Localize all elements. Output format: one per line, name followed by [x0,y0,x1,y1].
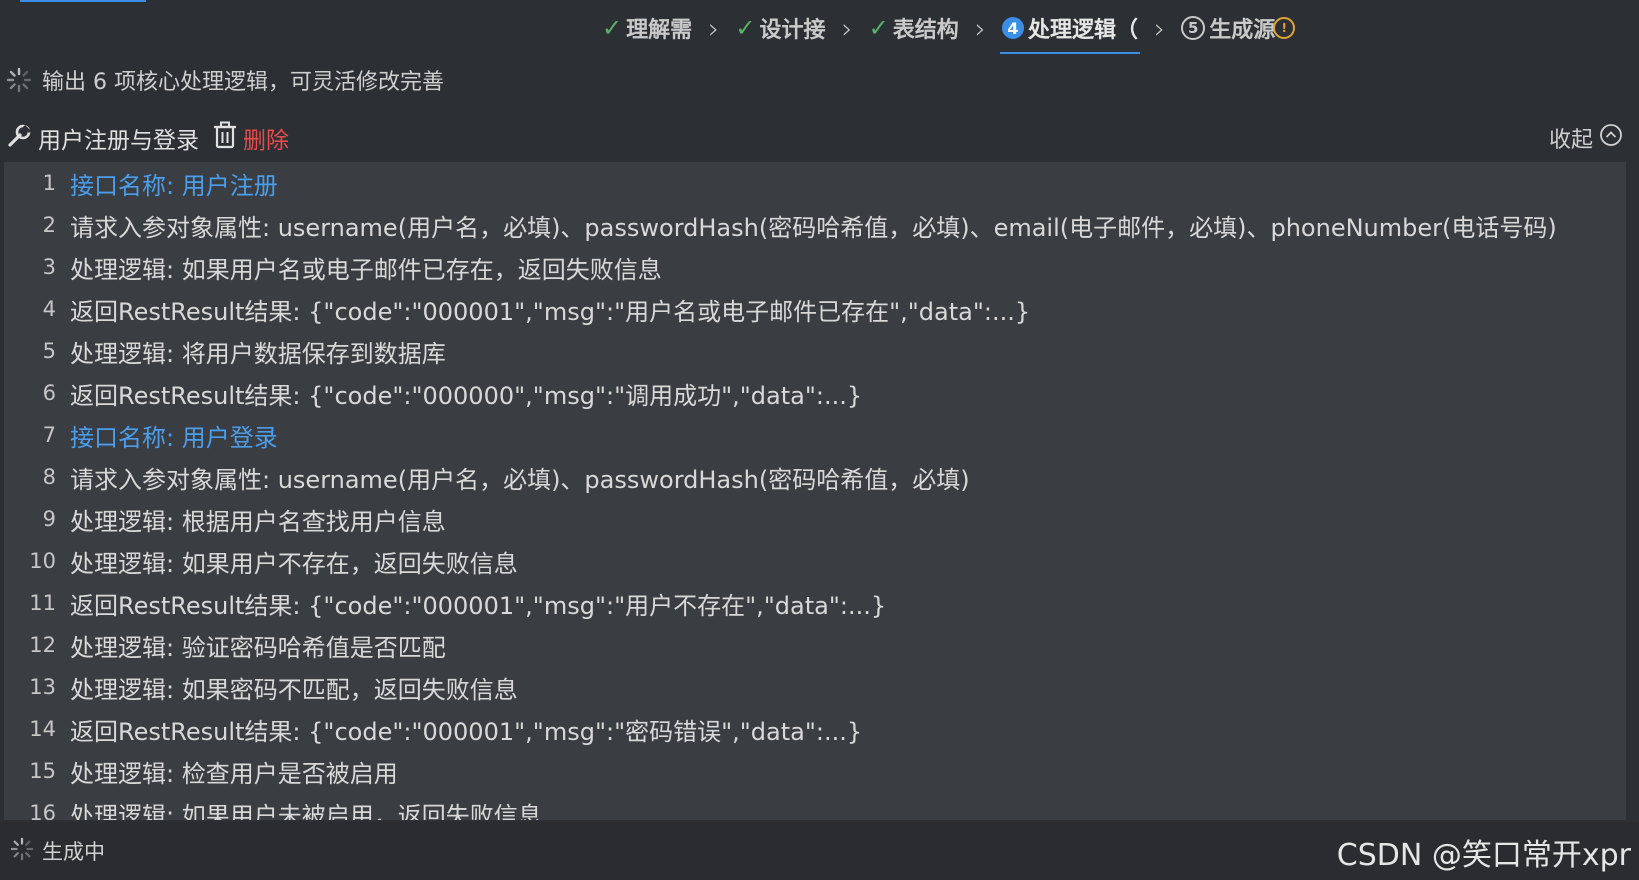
line-number: 14 [29,717,56,741]
line-number: 15 [29,759,56,783]
line-number: 3 [42,255,56,279]
step-label: 处理逻辑（ [1027,18,1138,43]
chevron-right-icon: › [974,11,986,45]
line-number: 10 [29,549,56,573]
loading-spinner-icon [6,67,32,93]
code-line: 7 接口名称: 用户登录 [4,414,1626,456]
code-line: 14 返回RestResult结果: {"code":"000001","msg"… [4,708,1626,750]
bottom-status-bar: 生成中 CSDN @笑口常开xpr [0,822,1639,880]
delete-label: 删除 [243,128,289,154]
trash-icon [213,121,237,155]
line-text: 处理逻辑: 如果用户未被启用，返回失败信息 [70,801,542,821]
line-text: 接口名称: 用户注册 [70,171,278,200]
step-5[interactable]: 5 生成源 ! [1179,12,1297,44]
code-line: 8 请求入参对象属性: username(用户名，必填)、passwordHash… [4,456,1626,498]
delete-button[interactable]: 删除 [213,121,289,155]
code-line: 12 处理逻辑: 验证密码哈希值是否匹配 [4,624,1626,666]
line-text: 返回RestResult结果: {"code":"000000","msg":"… [70,381,863,410]
chevron-right-icon: › [841,11,853,45]
line-number: 2 [42,213,56,237]
code-line: 3 处理逻辑: 如果用户名或电子邮件已存在，返回失败信息 [4,246,1626,288]
line-number: 1 [42,171,56,195]
code-line: 4 返回RestResult结果: {"code":"000001","msg":… [4,288,1626,330]
status-line: 输出 6 项核心处理逻辑，可灵活修改完善 [6,64,444,96]
code-line: 5 处理逻辑: 将用户数据保存到数据库 [4,330,1626,372]
line-text: 处理逻辑: 如果密码不匹配，返回失败信息 [70,675,518,704]
line-text: 处理逻辑: 如果用户名或电子邮件已存在，返回失败信息 [70,255,662,284]
line-number: 11 [29,591,56,615]
step-2[interactable]: ✓ 设计接 [733,12,827,44]
collapse-button[interactable]: 收起 [1549,122,1623,154]
code-line: 13 处理逻辑: 如果密码不匹配，返回失败信息 [4,666,1626,708]
code-line: 2 请求入参对象属性: username(用户名，必填)、passwordHash… [4,204,1626,246]
section-header: 用户注册与登录 删除 收起 [6,116,1633,160]
line-number: 7 [42,423,56,447]
step-label: 表结构 [892,18,959,43]
code-line: 10 处理逻辑: 如果用户不存在，返回失败信息 [4,540,1626,582]
warning-icon: ! [1273,17,1296,39]
chevron-up-icon [1599,123,1623,153]
step-progress: ✓ 理解需 › ✓ 设计接 › ✓ 表结构 › 4 处理逻辑（ › 5 生成源 … [600,8,1297,54]
step-number-badge: 4 [1001,17,1024,39]
chevron-right-icon: › [1154,11,1166,45]
wrench-icon [6,123,32,153]
line-text: 处理逻辑: 根据用户名查找用户信息 [70,507,446,536]
line-number: 8 [42,465,56,489]
line-text: 处理逻辑: 检查用户是否被启用 [70,759,398,788]
code-line: 16 处理逻辑: 如果用户未被启用，返回失败信息 [4,792,1626,820]
step-4[interactable]: 4 处理逻辑（ [999,12,1141,54]
watermark: CSDN @笑口常开xpr [1336,838,1631,873]
step-3[interactable]: ✓ 表结构 [867,12,961,44]
code-line: 6 返回RestResult结果: {"code":"000000","msg":… [4,372,1626,414]
check-icon: ✓ [735,14,756,42]
chevron-right-icon: › [708,11,720,45]
section-title: 用户注册与登录 [38,128,199,154]
status-text: 输出 6 项核心处理逻辑，可灵活修改完善 [42,70,444,95]
generation-status: 生成中 [10,836,105,866]
step-label: 设计接 [759,18,826,43]
line-text: 请求入参对象属性: username(用户名，必填)、passwordHash(… [70,465,970,494]
code-line: 15 处理逻辑: 检查用户是否被启用 [4,750,1626,792]
line-number: 12 [29,633,56,657]
code-line: 1 接口名称: 用户注册 [4,162,1626,204]
line-text: 处理逻辑: 如果用户不存在，返回失败信息 [70,549,518,578]
step-label: 理解需 [626,18,693,43]
line-number: 9 [42,507,56,531]
code-line: 11 返回RestResult结果: {"code":"000001","msg"… [4,582,1626,624]
line-text: 返回RestResult结果: {"code":"000001","msg":"… [70,591,887,620]
line-text: 返回RestResult结果: {"code":"000001","msg":"… [70,717,863,746]
step-1[interactable]: ✓ 理解需 [600,12,694,44]
step-number-circle: 5 [1181,16,1206,40]
line-text: 处理逻辑: 验证密码哈希值是否匹配 [70,633,446,662]
top-accent-bar [20,0,146,2]
line-number: 6 [42,381,56,405]
line-text: 接口名称: 用户登录 [70,423,278,452]
check-icon: ✓ [602,14,623,42]
line-number: 13 [29,675,56,699]
status-text: 生成中 [42,840,105,864]
line-number: 4 [42,297,56,321]
line-number: 16 [29,801,56,820]
line-text: 处理逻辑: 将用户数据保存到数据库 [70,339,446,368]
line-text: 返回RestResult结果: {"code":"000001","msg":"… [70,297,1031,326]
code-line: 9 处理逻辑: 根据用户名查找用户信息 [4,498,1626,540]
check-icon: ✓ [868,14,889,42]
step-label: 生成源 [1209,18,1276,43]
line-text: 请求入参对象属性: username(用户名，必填)、passwordHash(… [70,213,1557,242]
collapse-label: 收起 [1548,128,1593,153]
code-panel[interactable]: 1 接口名称: 用户注册 2 请求入参对象属性: username(用户名，必填)、… [4,162,1626,820]
loading-spinner-icon [10,837,34,866]
line-number: 5 [42,339,56,363]
